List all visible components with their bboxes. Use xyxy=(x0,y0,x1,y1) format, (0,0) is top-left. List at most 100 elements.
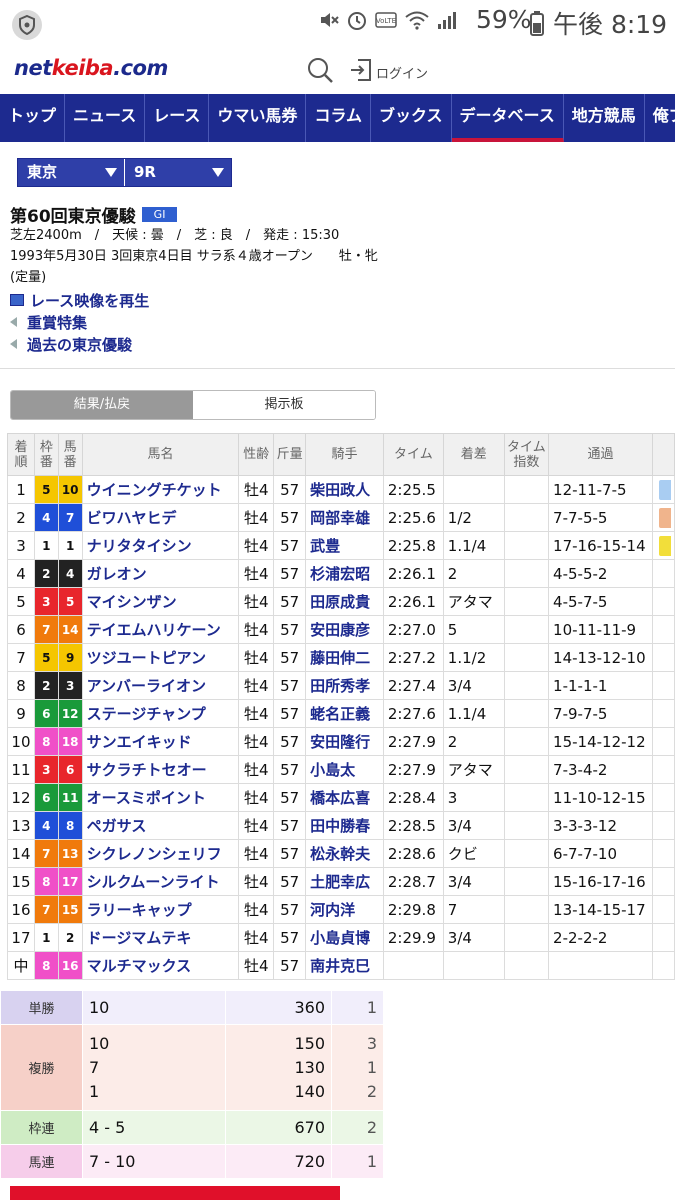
race-date-class: 1993年5月30日 3回東京4日目 サラ系４歳オープン 牡・牝 xyxy=(10,249,378,264)
popularity-edge-cell xyxy=(651,867,675,896)
jockey-link[interactable]: 田中勝春 xyxy=(305,811,384,840)
popularity-edge-cell xyxy=(651,587,675,616)
horse-name-link[interactable]: サンエイキッド xyxy=(81,727,240,756)
nav-umai-baken[interactable]: ウマい馬券 xyxy=(209,94,307,142)
time-cell: 2:29.8 xyxy=(382,895,444,924)
frame-badge: 6 xyxy=(33,783,59,812)
special-link[interactable]: 重賞特集 xyxy=(10,311,149,333)
jockey-link[interactable]: 田所秀孝 xyxy=(305,671,384,700)
video-link[interactable]: レース映像を再生 xyxy=(10,289,149,311)
jockey-link[interactable]: 安田隆行 xyxy=(305,727,384,756)
jockey-link[interactable]: 杉浦宏昭 xyxy=(305,559,384,588)
nav-news[interactable]: ニュース xyxy=(65,94,146,142)
sex-age-cell: 牡4 xyxy=(238,559,275,588)
jockey-link[interactable]: 岡部幸雄 xyxy=(305,503,384,532)
jockey-link[interactable]: 小島太 xyxy=(305,755,384,784)
dropdown-arrow-icon xyxy=(105,168,117,177)
horse-name-link[interactable]: マルチマックス xyxy=(81,951,240,980)
horse-name-link[interactable]: サクラチトセオー xyxy=(81,755,240,784)
time-cell: 2:29.9 xyxy=(382,923,444,952)
time-index-cell xyxy=(503,895,550,924)
ad-info-icon[interactable] xyxy=(340,1186,376,1200)
time-cell: 2:27.0 xyxy=(382,615,444,644)
jockey-link[interactable]: 田原成貴 xyxy=(305,587,384,616)
time-cell xyxy=(382,951,444,980)
weight-cell: 57 xyxy=(273,615,307,644)
nav-column[interactable]: コラム xyxy=(306,94,371,142)
nav-chiho-keiba[interactable]: 地方競馬 xyxy=(564,94,645,142)
venue-select[interactable]: 東京 xyxy=(18,159,125,186)
horse-name-link[interactable]: テイエムハリケーン xyxy=(81,615,240,644)
horse-name-link[interactable]: ナリタタイシン xyxy=(81,531,240,560)
nav-top[interactable]: トップ xyxy=(0,94,66,142)
horse-name-link[interactable]: シクレノンシェリフ xyxy=(81,839,240,868)
horse-name-link[interactable]: オースミポイント xyxy=(81,783,240,812)
popularity-edge-cell xyxy=(651,503,675,532)
past-races-link[interactable]: 過去の東京優駿 xyxy=(10,333,149,355)
bet-type-label: 複勝 xyxy=(0,1024,83,1111)
nav-race[interactable]: レース xyxy=(145,94,210,142)
margin-cell: 1.1/2 xyxy=(442,643,505,672)
frame-badge: 7 xyxy=(33,895,59,924)
dropdown-arrow-icon xyxy=(212,168,224,177)
horse-number-badge: 3 xyxy=(57,671,83,700)
popularity-edge-cell xyxy=(651,643,675,672)
jockey-link[interactable]: 土肥幸広 xyxy=(305,867,384,896)
race-number-select[interactable]: 9R xyxy=(125,159,231,186)
passing-cell: 2-2-2-2 xyxy=(548,923,653,952)
video-icon xyxy=(10,294,24,306)
frame-badge: 7 xyxy=(33,839,59,868)
tab-results[interactable]: 結果/払戻 xyxy=(11,391,193,419)
horse-name-link[interactable]: ドージマムテキ xyxy=(81,923,240,952)
jockey-link[interactable]: 河内洋 xyxy=(305,895,384,924)
horse-name-link[interactable]: アンバーライオン xyxy=(81,671,240,700)
popularity-edge-cell xyxy=(651,699,675,728)
nav-database[interactable]: データベース xyxy=(451,94,564,142)
wifi-icon xyxy=(404,9,430,38)
netkeiba-logo[interactable]: netkeiba.com xyxy=(14,56,168,80)
search-icon[interactable] xyxy=(306,56,334,84)
jockey-link[interactable]: 小島貞博 xyxy=(305,923,384,952)
passing-cell: 15-16-17-16 xyxy=(548,867,653,896)
jockey-link[interactable]: 藤田伸二 xyxy=(305,643,384,672)
sex-age-cell: 牡4 xyxy=(238,895,275,924)
jockey-link[interactable]: 橋本広喜 xyxy=(305,783,384,812)
horse-name-link[interactable]: ガレオン xyxy=(81,559,240,588)
sex-age-cell: 牡4 xyxy=(238,811,275,840)
rank-cell: 15 xyxy=(7,867,35,896)
jockey-link[interactable]: 南井克巳 xyxy=(305,951,384,980)
popularity-edge-cell xyxy=(651,755,675,784)
horse-name-link[interactable]: ペガサス xyxy=(81,811,240,840)
jockey-link[interactable]: 蛯名正義 xyxy=(305,699,384,728)
horse-name-link[interactable]: ラリーキャップ xyxy=(81,895,240,924)
horse-number-badge: 12 xyxy=(57,699,83,728)
horse-name-link[interactable]: ステージチャンプ xyxy=(81,699,240,728)
nav-ore-pro[interactable]: 俺プロ xyxy=(645,94,675,142)
bet-type-label: 枠連 xyxy=(0,1110,83,1145)
frame-badge: 1 xyxy=(33,531,59,560)
tab-board[interactable]: 掲示板 xyxy=(193,391,375,419)
horse-name-link[interactable]: マイシンザン xyxy=(81,587,240,616)
jockey-link[interactable]: 武豊 xyxy=(305,531,384,560)
horse-name-link[interactable]: ツジユートピアン xyxy=(81,643,240,672)
ad-banner[interactable] xyxy=(10,1186,376,1200)
horse-name-link[interactable]: ウイニングチケット xyxy=(81,475,240,504)
nav-books[interactable]: ブックス xyxy=(371,94,452,142)
login-button[interactable]: ログイン xyxy=(350,58,428,86)
horse-number-badge: 15 xyxy=(57,895,83,924)
jockey-link[interactable]: 安田康彦 xyxy=(305,615,384,644)
rank-cell: 5 xyxy=(7,587,35,616)
rank-cell: 6 xyxy=(7,615,35,644)
payout-amount: 670 xyxy=(294,1117,325,1137)
margin-cell: クビ xyxy=(442,839,505,868)
table-row: 2 4 7 ビワハヤヒデ 牡4 57 岡部幸雄 2:25.6 1/2 7-7-5-5 xyxy=(7,503,675,532)
horse-number-badge: 10 xyxy=(57,475,83,504)
time-index-cell xyxy=(503,615,550,644)
horse-name-link[interactable]: シルクムーンライト xyxy=(81,867,240,896)
horse-name-link[interactable]: ビワハヤヒデ xyxy=(81,503,240,532)
time-index-cell xyxy=(503,755,550,784)
frame-badge: 2 xyxy=(33,671,59,700)
jockey-link[interactable]: 松永幹夫 xyxy=(305,839,384,868)
passing-cell: 4-5-5-2 xyxy=(548,559,653,588)
jockey-link[interactable]: 柴田政人 xyxy=(305,475,384,504)
